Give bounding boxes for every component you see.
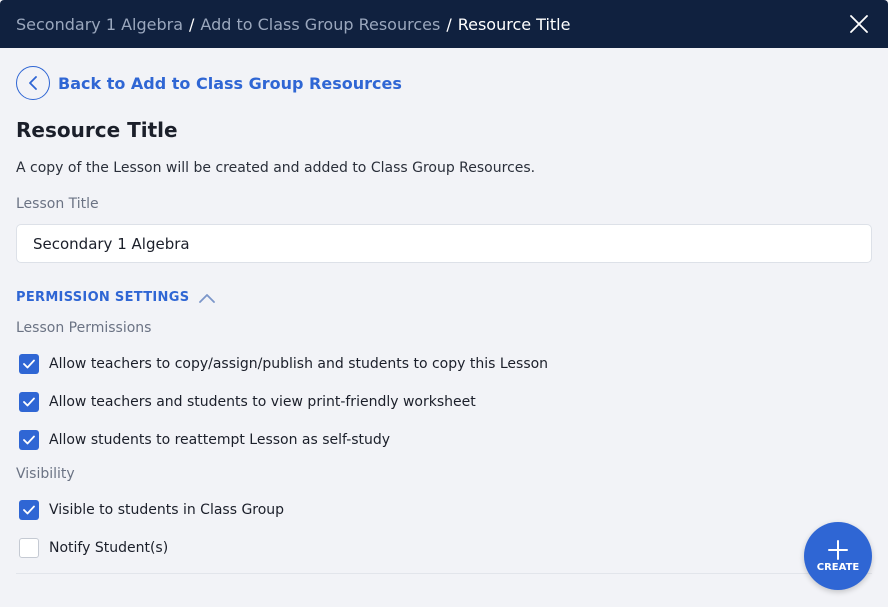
breadcrumb-separator: / [189, 14, 195, 34]
lesson-permissions-heading: Lesson Permissions [16, 320, 152, 336]
page-description: A copy of the Lesson will be created and… [16, 160, 536, 176]
plus-icon [828, 539, 848, 560]
checkmark-icon [23, 397, 35, 407]
divider [16, 573, 872, 574]
checkmark-icon [23, 505, 35, 515]
permission-settings-label: PERMISSION SETTINGS [16, 290, 190, 305]
checkbox-reattempt-self-study[interactable]: Allow students to reattempt Lesson as se… [19, 430, 390, 450]
checkbox-label: Allow students to reattempt Lesson as se… [49, 432, 391, 448]
checkbox[interactable] [19, 538, 39, 558]
create-button-label: CREATE [816, 561, 860, 573]
dialog-header: Secondary 1 Algebra / Add to Class Group R… [0, 0, 888, 48]
back-link-label[interactable]: Back to Add to Class Group Resources [58, 74, 402, 93]
checkbox-label: Visible to students in Class Group [49, 502, 285, 518]
lesson-title-label: Lesson Title [16, 196, 99, 212]
breadcrumb: Secondary 1 Algebra / Add to Class Group R… [16, 15, 570, 34]
checkbox-label: Allow teachers to copy/assign/publish an… [49, 356, 549, 372]
back-button[interactable] [16, 66, 50, 100]
add-resource-dialog: Secondary 1 Algebra / Add to Class Group R… [0, 0, 888, 607]
checkbox[interactable] [19, 430, 39, 450]
checkbox[interactable] [19, 500, 39, 520]
chevron-up-icon [199, 293, 216, 303]
back-link[interactable]: Back to Add to Class Group Resources [16, 66, 402, 100]
permission-settings-toggle[interactable]: PERMISSION SETTINGS [16, 290, 216, 305]
breadcrumb-current: Resource Title [457, 14, 571, 34]
lesson-title-input[interactable] [16, 224, 872, 263]
breadcrumb-item-add-to-class-group[interactable]: Add to Class Group Resources [200, 15, 440, 34]
checkbox[interactable] [19, 392, 39, 412]
close-icon [850, 15, 868, 33]
checkbox-copy-assign-publish[interactable]: Allow teachers to copy/assign/publish an… [19, 354, 548, 374]
checkbox-label: Allow teachers and students to view prin… [49, 394, 476, 410]
checkbox-print-friendly-worksheet[interactable]: Allow teachers and students to view prin… [19, 392, 476, 412]
checkbox[interactable] [19, 354, 39, 374]
visibility-heading: Visibility [16, 466, 75, 482]
create-button[interactable]: CREATE [804, 522, 872, 590]
checkbox-visible-to-students[interactable]: Visible to students in Class Group [19, 500, 284, 520]
chevron-left-icon [29, 76, 37, 90]
checkmark-icon [23, 435, 35, 445]
checkbox-label: Notify Student(s) [49, 540, 169, 556]
page-title: Resource Title [16, 118, 178, 142]
checkmark-icon [23, 359, 35, 369]
close-button[interactable] [850, 15, 868, 33]
breadcrumb-item-lesson[interactable]: Secondary 1 Algebra [16, 15, 183, 34]
checkbox-notify-students[interactable]: Notify Student(s) [19, 538, 168, 558]
breadcrumb-separator: / [446, 14, 452, 34]
